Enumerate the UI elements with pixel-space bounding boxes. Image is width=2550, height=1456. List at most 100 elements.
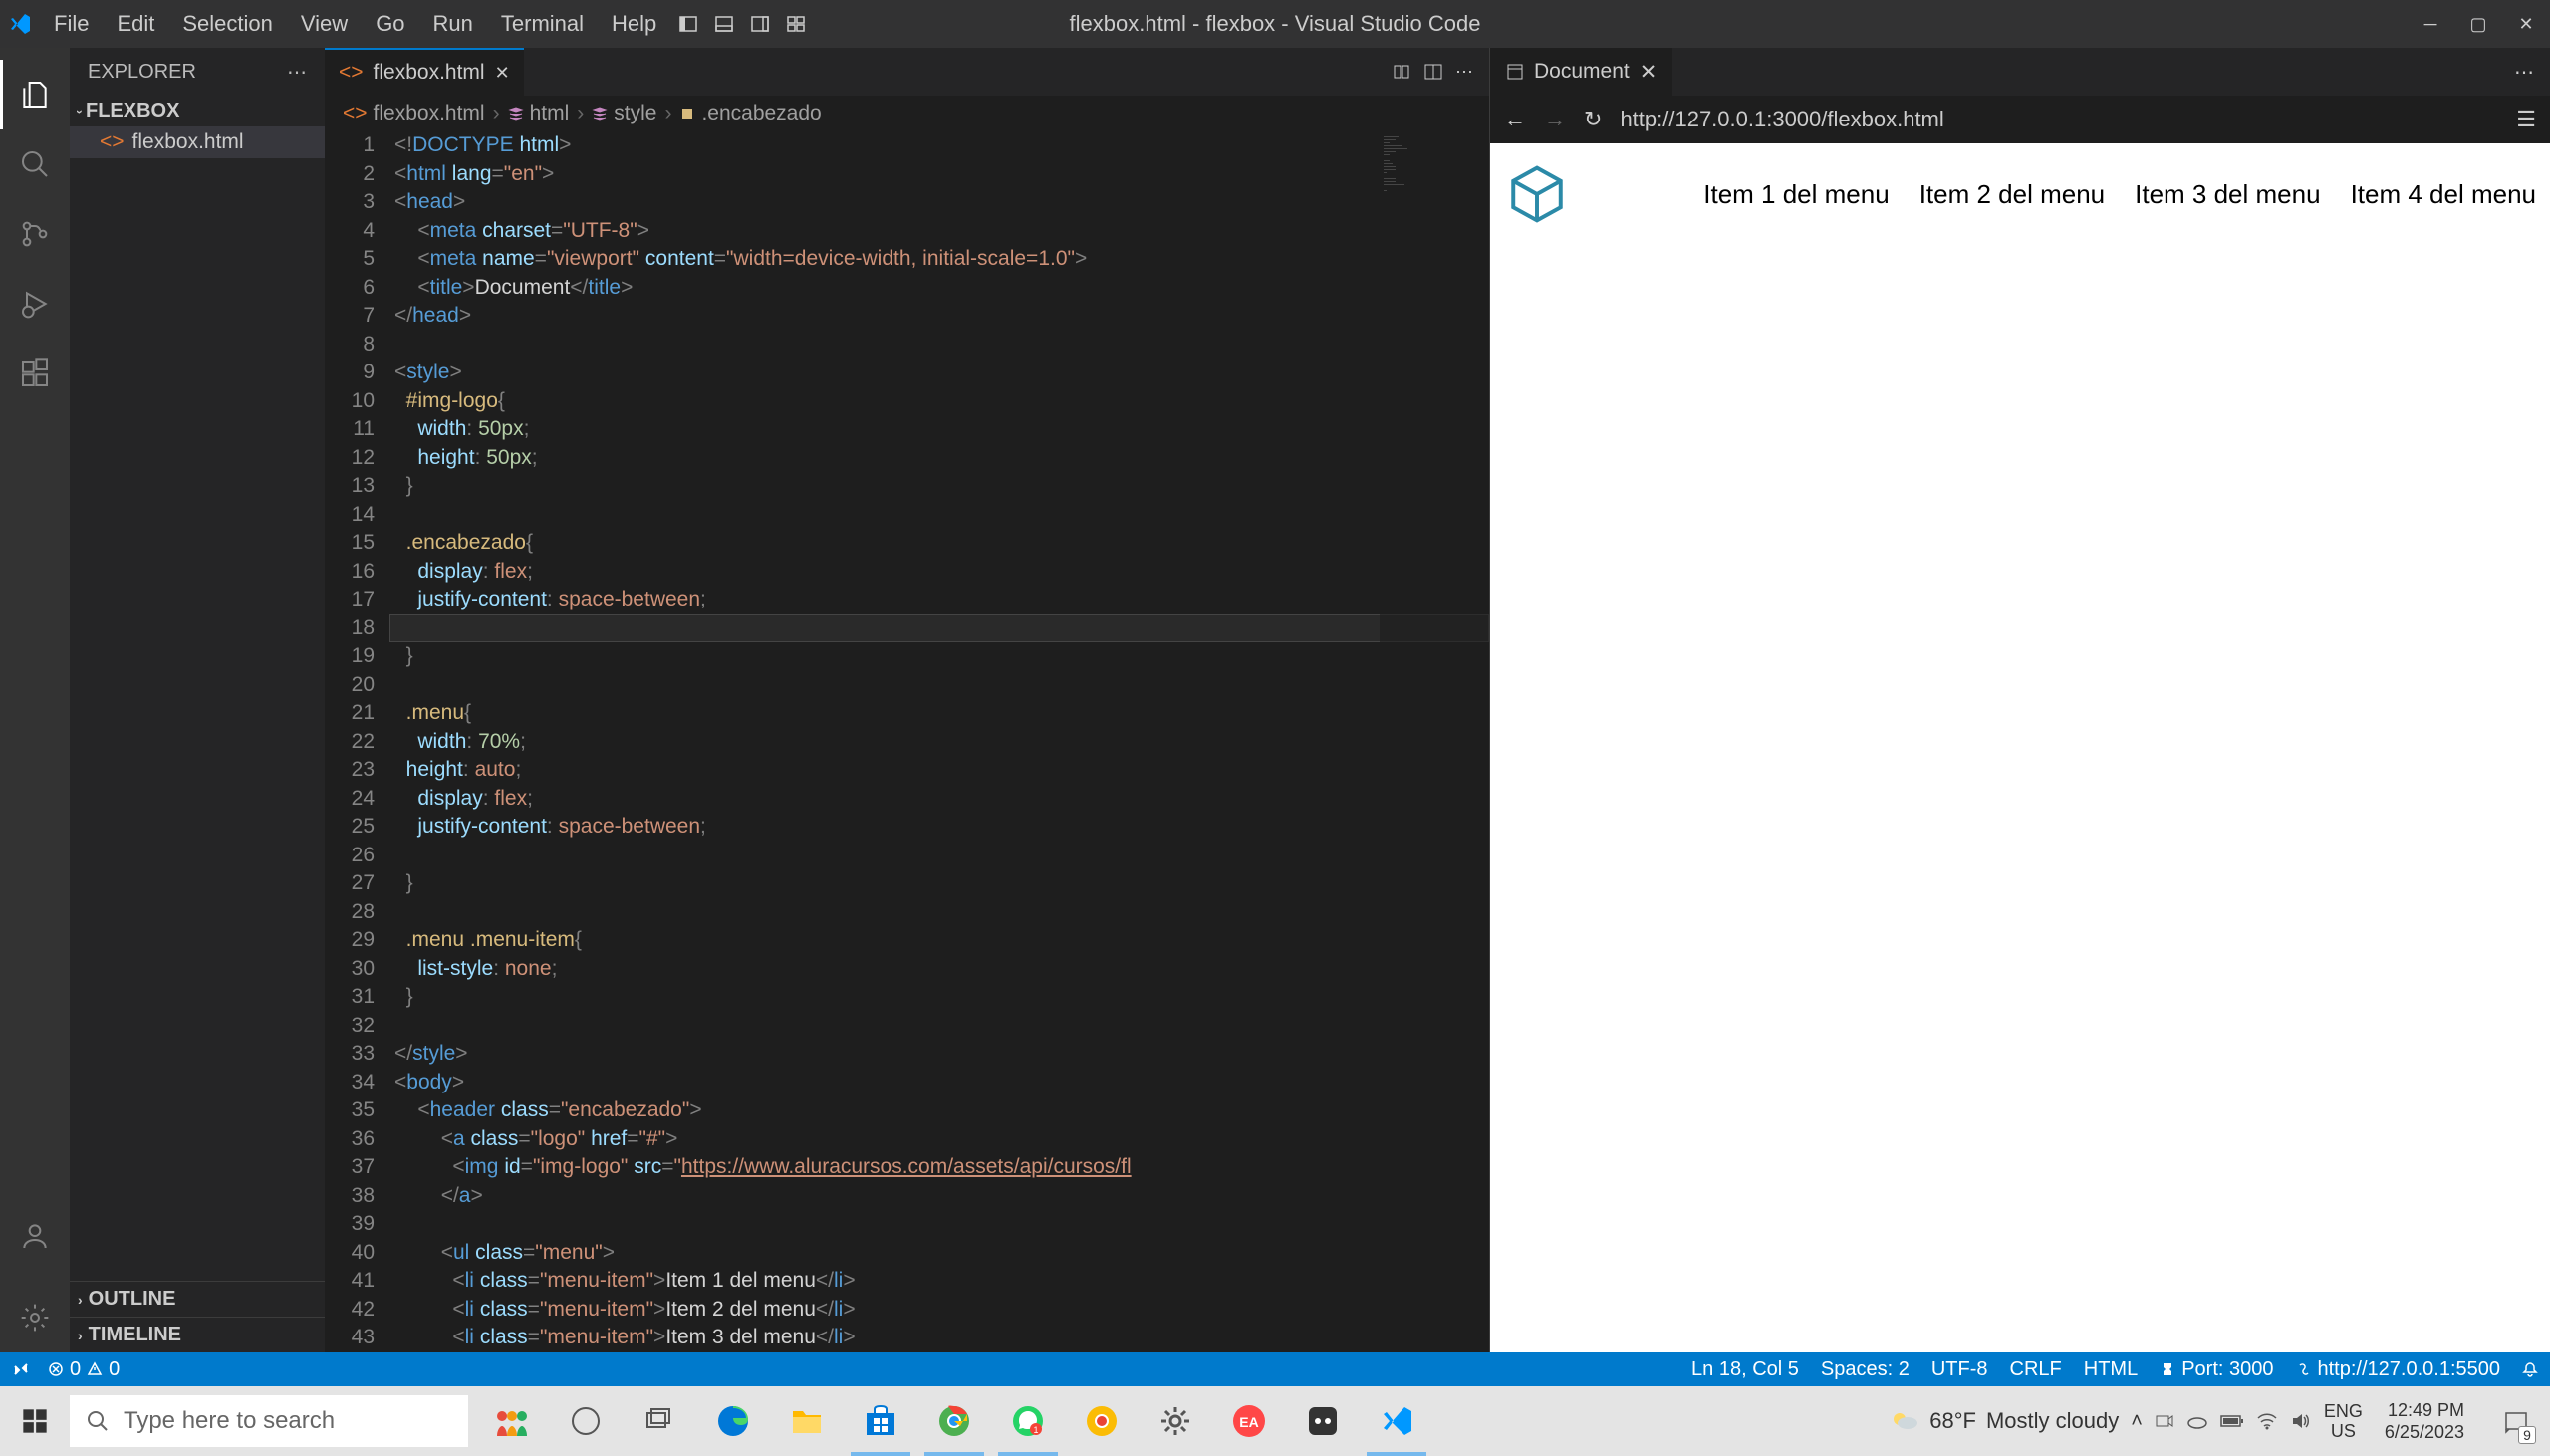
browser-bar: ← → ↻ http://127.0.0.1:3000/flexbox.html… <box>1490 96 2550 143</box>
search-icon[interactable] <box>0 129 70 199</box>
customize-layout-icon[interactable] <box>778 0 814 48</box>
encoding[interactable]: UTF-8 <box>1931 1358 1988 1381</box>
weather-widget[interactable]: 68°F Mostly cloudy <box>1888 1405 2119 1437</box>
app-chrome[interactable] <box>918 1386 990 1456</box>
menu-item: Item 3 del menu <box>2135 179 2320 210</box>
close-preview-icon[interactable]: ✕ <box>1640 60 1658 85</box>
menu-run[interactable]: Run <box>419 0 487 48</box>
language-mode[interactable]: HTML <box>2084 1358 2138 1381</box>
forward-icon[interactable]: → <box>1544 107 1566 132</box>
app-store[interactable] <box>845 1386 916 1456</box>
breadcrumb-item: html <box>508 102 570 125</box>
window-title: flexbox.html - flexbox - Visual Studio C… <box>1070 11 1481 37</box>
live-server[interactable]: http://127.0.0.1:5500 <box>2296 1358 2501 1381</box>
toggle-primary-sidebar-icon[interactable] <box>670 0 706 48</box>
logo-icon <box>1504 161 1570 227</box>
tray-volume-icon[interactable] <box>2290 1410 2312 1432</box>
preview-header: Item 1 del menu Item 2 del menu Item 3 d… <box>1504 161 2536 227</box>
app-settings[interactable] <box>1140 1386 1211 1456</box>
menu-item: Item 2 del menu <box>1919 179 2105 210</box>
menu-selection[interactable]: Selection <box>168 0 287 48</box>
preview-tab-label: Document <box>1534 60 1630 84</box>
preview-tab[interactable]: Document ✕ <box>1490 48 1672 96</box>
run-code-icon[interactable] <box>1392 62 1411 83</box>
explorer-icon[interactable] <box>0 60 70 129</box>
file-item[interactable]: <> flexbox.html <box>70 126 325 158</box>
code-area[interactable]: 1234567891011121314151617181920212223242… <box>325 131 1489 1352</box>
minimize-button[interactable]: ─ <box>2407 0 2454 48</box>
menu-go[interactable]: Go <box>362 0 418 48</box>
project-section[interactable]: › FLEXBOX <box>70 96 325 126</box>
breadcrumb[interactable]: <>flexbox.html › html › style › .encabez… <box>325 96 1489 131</box>
app-whatsapp[interactable]: 1 <box>992 1386 1064 1456</box>
errors-warnings[interactable]: 0 0 <box>48 1358 120 1381</box>
tray-wifi-icon[interactable] <box>2256 1410 2278 1432</box>
source-control-icon[interactable] <box>0 199 70 269</box>
menu-icon[interactable]: ☰ <box>2516 107 2536 132</box>
preview-tabs: Document ✕ ⋯ <box>1490 48 2550 96</box>
tray-notifications[interactable]: 9 <box>2486 1386 2546 1456</box>
menu-edit[interactable]: Edit <box>103 0 168 48</box>
tray-language[interactable]: ENG US <box>2324 1401 2363 1441</box>
sidebar-more-icon[interactable]: ⋯ <box>287 60 307 85</box>
tab-flexbox[interactable]: <> flexbox.html ✕ <box>325 48 524 96</box>
accounts-icon[interactable] <box>0 1201 70 1271</box>
menu-file[interactable]: File <box>40 0 103 48</box>
app-ea[interactable]: EA <box>1213 1386 1285 1456</box>
maximize-button[interactable]: ▢ <box>2454 0 2502 48</box>
app-explorer[interactable] <box>771 1386 843 1456</box>
editor-group: <> flexbox.html ✕ ⋯ <>flexbox.html › htm… <box>325 48 1489 1352</box>
app-cortana[interactable] <box>550 1386 622 1456</box>
reload-icon[interactable]: ↻ <box>1584 107 1602 132</box>
more-actions-icon[interactable]: ⋯ <box>1455 62 1473 83</box>
tray-chevron-icon[interactable]: ˄ <box>2131 1410 2143 1433</box>
menu-help[interactable]: Help <box>598 0 670 48</box>
menu-item: Item 1 del menu <box>1703 179 1889 210</box>
html-file-icon: <> <box>339 61 364 85</box>
app-people[interactable] <box>476 1386 548 1456</box>
app-chrome-canary[interactable] <box>1066 1386 1138 1456</box>
minimap[interactable]: ▬▬▬▬▬▬▬▬▬▬▬▬▬▬▬▬▬▬▬▬▬▬▬▬▬▬▬▬▬▬▬▬▬▬▬▬▬▬▬▬… <box>1380 131 1489 1352</box>
breadcrumb-item: style <box>592 102 656 125</box>
menu-view[interactable]: View <box>287 0 362 48</box>
app-taskview[interactable] <box>624 1386 695 1456</box>
app-vscode[interactable] <box>1361 1386 1432 1456</box>
app-generic[interactable] <box>1287 1386 1359 1456</box>
chevron-right-icon: › <box>78 1292 83 1308</box>
app-edge[interactable] <box>697 1386 769 1456</box>
menu-terminal[interactable]: Terminal <box>487 0 598 48</box>
outline-section[interactable]: › OUTLINE <box>70 1281 325 1317</box>
settings-gear-icon[interactable] <box>0 1283 70 1352</box>
toggle-secondary-sidebar-icon[interactable] <box>742 0 778 48</box>
start-button[interactable] <box>0 1386 70 1456</box>
code-content[interactable]: <!DOCTYPE html><html lang="en"><head> <m… <box>394 131 1489 1352</box>
timeline-section[interactable]: › TIMELINE <box>70 1317 325 1352</box>
tray-clock[interactable]: 12:49 PM 6/25/2023 <box>2375 1399 2474 1443</box>
search-placeholder: Type here to search <box>124 1407 335 1435</box>
close-button[interactable]: ✕ <box>2502 0 2550 48</box>
run-debug-icon[interactable] <box>0 269 70 339</box>
cursor-position[interactable]: Ln 18, Col 5 <box>1691 1358 1799 1381</box>
taskbar-search[interactable]: Type here to search <box>70 1395 468 1447</box>
eol[interactable]: CRLF <box>2010 1358 2062 1381</box>
back-icon[interactable]: ← <box>1504 107 1526 132</box>
split-editor-icon[interactable] <box>1423 62 1443 83</box>
tray-battery-icon[interactable] <box>2220 1413 2244 1429</box>
toggle-panel-icon[interactable] <box>706 0 742 48</box>
svg-text:EA: EA <box>1239 1414 1258 1430</box>
tabs-actions: ⋯ <box>1392 62 1489 83</box>
close-tab-icon[interactable]: ✕ <box>495 63 510 84</box>
url-bar[interactable]: http://127.0.0.1:3000/flexbox.html <box>1620 107 2498 132</box>
preview-more-icon[interactable]: ⋯ <box>2514 60 2550 85</box>
extensions-icon[interactable] <box>0 339 70 408</box>
port-status[interactable]: Port: 3000 <box>2160 1358 2273 1381</box>
outline-label: OUTLINE <box>89 1288 176 1311</box>
chevron-down-icon: › <box>73 110 87 114</box>
notifications-icon[interactable] <box>2522 1361 2538 1377</box>
breadcrumb-sep: › <box>493 102 500 125</box>
editor-tabs: <> flexbox.html ✕ ⋯ <box>325 48 1489 96</box>
indentation[interactable]: Spaces: 2 <box>1821 1358 1910 1381</box>
tray-meet-icon[interactable] <box>2155 1411 2174 1431</box>
tray-onedrive-icon[interactable] <box>2186 1410 2208 1432</box>
remote-icon[interactable] <box>12 1360 30 1378</box>
